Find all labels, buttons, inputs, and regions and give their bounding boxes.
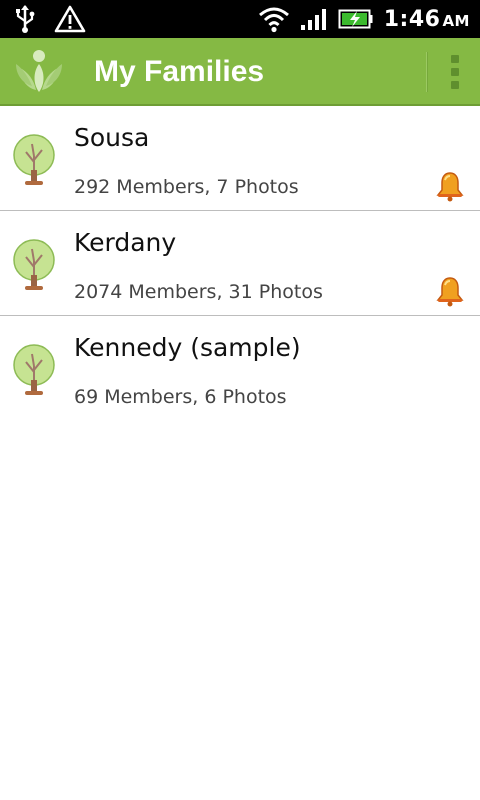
clock-ampm: AM: [442, 11, 470, 30]
wifi-icon: [258, 7, 289, 33]
family-name: Kerdany: [74, 228, 177, 257]
overflow-dot: [451, 55, 459, 63]
signal-icon: [300, 9, 326, 30]
family-row[interactable]: Sousa 292 Members, 7 Photos: [0, 106, 480, 211]
bell-icon[interactable]: [434, 170, 466, 202]
family-row[interactable]: Kerdany 2074 Members, 31 Photos: [0, 211, 480, 316]
family-tree-icon: [13, 344, 55, 395]
family-row[interactable]: Kennedy (sample) 69 Members, 6 Photos: [0, 316, 480, 420]
clock-time: 1:46: [383, 6, 441, 32]
family-name: Kennedy (sample): [74, 333, 301, 362]
family-meta: 292 Members, 7 Photos: [74, 176, 299, 198]
family-meta: 2074 Members, 31 Photos: [74, 281, 323, 303]
warning-icon: [54, 5, 86, 33]
battery-charging-icon: [338, 9, 373, 29]
family-tree-icon: [13, 239, 55, 290]
bell-icon[interactable]: [434, 275, 466, 307]
action-bar-divider: [426, 52, 428, 92]
overflow-dot: [451, 68, 459, 76]
usb-icon: [16, 5, 35, 33]
status-bar: 1:46 AM: [0, 0, 480, 38]
family-name: Sousa: [74, 123, 150, 152]
clock: 1:46 AM: [384, 7, 470, 32]
family-meta: 69 Members, 6 Photos: [74, 386, 287, 408]
status-left-icons: [14, 4, 86, 34]
app-logo-icon[interactable]: [14, 48, 64, 96]
family-list: Sousa 292 Members, 7 Photos Kerdany 2074…: [0, 106, 480, 420]
status-right-icons: 1:46 AM: [258, 0, 470, 38]
family-tree-icon: [13, 134, 55, 185]
action-bar: My Families: [0, 38, 480, 106]
page-title: My Families: [94, 55, 265, 88]
overflow-dot: [451, 81, 459, 89]
overflow-menu-icon[interactable]: [438, 48, 472, 96]
